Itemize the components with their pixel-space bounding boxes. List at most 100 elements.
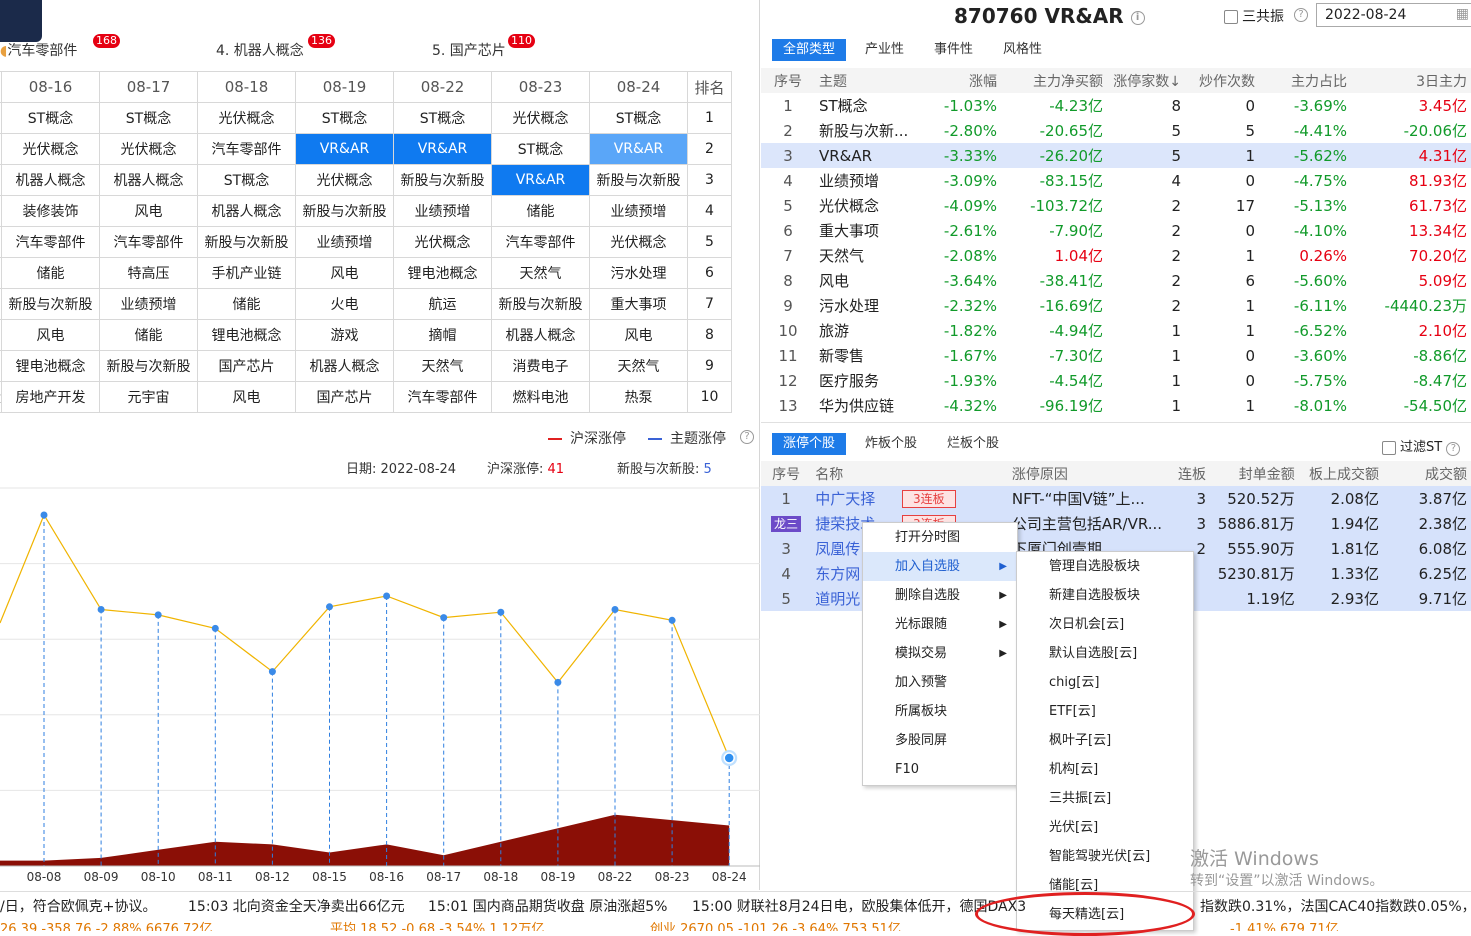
submenu-item[interactable]: 光伏[云] [1017,813,1193,842]
grid-cell[interactable]: 汽车零部件 [491,226,590,258]
grid-cell[interactable]: 汽车零部件 [393,381,492,413]
theme-row[interactable]: 4 业绩预增 -3.09% -83.15亿 4 0 -4.75% 81.93亿 [761,168,1471,193]
grid-cell[interactable]: 特高压 [99,257,198,289]
grid-cell[interactable]: 燃料电池 [491,381,590,413]
submenu-item[interactable]: 枫叶子[云] [1017,726,1193,755]
grid-cell[interactable]: 装修装饰 [1,195,100,227]
grid-cell[interactable]: 天然气 [589,350,688,382]
submenu-item[interactable]: 次日机会[云] [1017,610,1193,639]
grid-cell[interactable]: 机器人概念 [491,319,590,351]
theme-col-header[interactable]: 炒作次数 [1185,68,1259,93]
calendar-icon[interactable]: ▦ [1456,6,1469,22]
grid-cell[interactable]: 光伏概念 [197,102,296,134]
tab-1[interactable]: 产业性 [854,39,915,61]
grid-cell[interactable]: 光伏概念 [491,102,590,134]
theme-row[interactable]: 8 风电 -3.64% -38.41亿 2 6 -5.60% 5.09亿 [761,268,1471,293]
theme-row[interactable]: 3 VR&AR -3.33% -26.20亿 5 1 -5.62% 4.31亿 [761,143,1471,168]
menu-item[interactable]: 多股同屏 [863,726,1017,755]
stock-col-header[interactable]: 序号 [761,461,812,486]
submenu-item[interactable]: chig[云] [1017,668,1193,697]
theme-col-header[interactable]: 序号 [761,68,815,93]
submenu-item[interactable]: ETF[云] [1017,697,1193,726]
grid-cell[interactable]: ST概念 [491,133,590,165]
grid-cell[interactable]: 污水处理 [589,257,688,289]
submenu-item[interactable]: 三共振[云] [1017,784,1193,813]
top-concept-3[interactable]: 5. 国产芯片 [432,40,506,60]
theme-row[interactable]: 5 光伏概念 -4.09% -103.72亿 2 17 -5.13% 61.73亿 [761,193,1471,218]
grid-cell[interactable]: 手机产业链 [197,257,296,289]
grid-cell[interactable]: 储能 [491,195,590,227]
index-item[interactable]: -1.41% 679.71亿 [1230,918,1339,931]
grid-cell[interactable]: 新股与次新股 [393,164,492,196]
grid-cell[interactable]: 风电 [589,319,688,351]
stock-row[interactable]: 1 中广天择 3连板 NFT-“中国V链”上... 3 520.52万 2.08亿 3.87亿 [761,486,1471,511]
news-item[interactable]: 15:01 国内商品期货收盘 原油涨超5% [428,896,667,916]
grid-cell[interactable]: 汽车零部件 [99,226,198,258]
grid-cell[interactable]: 业绩预增 [589,195,688,227]
grid-cell[interactable]: 储能 [197,288,296,320]
index-item[interactable]: 创业 2670.05 -101.26 -3.64% 753.51亿 [650,918,901,931]
stock-col-header[interactable]: 成交额 [1382,461,1471,486]
grid-cell[interactable]: 业绩预增 [295,226,394,258]
grid-cell[interactable]: 机器人概念 [295,350,394,382]
grid-cell[interactable]: 摘帽 [393,319,492,351]
grid-date-header[interactable]: 08-18 [197,71,296,103]
submenu-item[interactable]: 智能驾驶光伏[云] [1017,842,1193,871]
grid-cell[interactable]: 光伏概念 [1,133,100,165]
grid-cell[interactable]: 储能 [1,257,100,289]
theme-row[interactable]: 2 新股与次新... -2.80% -20.65亿 5 5 -4.41% -20.06亿 [761,118,1471,143]
grid-cell[interactable]: 新股与次新股 [1,288,100,320]
help-icon[interactable]: ? [1294,8,1308,22]
grid-cell[interactable]: 游戏 [295,319,394,351]
menu-item[interactable]: 加入自选股 ▶ [863,552,1017,581]
theme-row[interactable]: 9 污水处理 -2.32% -16.69亿 2 1 -6.11% -4440.23万 [761,293,1471,318]
grid-date-header[interactable]: 08-24 [589,71,688,103]
menu-item[interactable]: 所属板块 [863,697,1017,726]
menu-item[interactable]: 删除自选股 ▶ [863,581,1017,610]
grid-cell[interactable]: 机器人概念 [99,164,198,196]
grid-cell[interactable]: 锂电池概念 [197,319,296,351]
submenu-item[interactable]: 新建自选股板块 [1017,581,1193,610]
grid-cell[interactable]: 锂电池概念 [393,257,492,289]
stock-col-header[interactable]: 名称 [811,461,899,486]
tab-2[interactable]: 烂板个股 [936,433,1010,455]
grid-cell[interactable]: 风电 [99,195,198,227]
theme-row[interactable]: 6 重大事项 -2.61% -7.90亿 2 0 -4.10% 13.34亿 [761,218,1471,243]
grid-cell[interactable]: 锂电池概念 [1,350,100,382]
grid-cell[interactable]: 风电 [197,381,296,413]
grid-cell[interactable]: VR&AR [491,164,590,196]
submenu-item[interactable]: 管理自选股板块 [1017,552,1193,581]
tab-3[interactable]: 风格性 [992,39,1053,61]
theme-row[interactable]: 7 天然气 -2.08% 1.04亿 2 1 0.26% 70.20亿 [761,243,1471,268]
news-item[interactable]: 15:03 北向资金全天净卖出66亿元 [188,896,405,916]
grid-cell[interactable]: VR&AR [393,133,492,165]
news-item[interactable]: /日，符合欧佩克+协议。 [0,896,156,916]
stock-col-header[interactable]: 涨停原因 [1007,461,1167,486]
grid-date-header[interactable]: 08-17 [99,71,198,103]
theme-col-header[interactable]: 3日主力 [1351,68,1471,93]
grid-cell[interactable]: VR&AR [589,133,688,165]
grid-date-header[interactable]: 08-16 [1,71,100,103]
tab-2[interactable]: 事件性 [923,39,984,61]
grid-cell[interactable]: 新股与次新股 [491,288,590,320]
theme-row[interactable]: 1 ST概念 -1.03% -4.23亿 8 0 -3.69% 3.45亿 [761,93,1471,118]
theme-col-header[interactable]: 涨停家数↓ [1107,68,1185,93]
grid-cell[interactable]: 新股与次新股 [295,195,394,227]
menu-item[interactable]: F10 [863,755,1017,784]
grid-cell[interactable]: ST概念 [295,102,394,134]
limit-up-chart[interactable]: 08-08 08-09 08-10 08-11 08-12 08-15 08-16 08-17… [0,478,760,888]
theme-row[interactable]: 11 新零售 -1.67% -7.30亿 1 0 -3.60% -8.86亿 [761,343,1471,368]
theme-row[interactable]: 13 华为供应链 -4.32% -96.19亿 1 1 -8.01% -54.50亿 [761,393,1471,418]
grid-cell[interactable]: 机器人概念 [197,195,296,227]
index-item[interactable]: 26.39 -358.76 -2.88% 6676.72亿 [0,918,213,931]
grid-cell[interactable]: 光伏概念 [99,133,198,165]
grid-cell[interactable]: ST概念 [99,102,198,134]
grid-cell[interactable]: 汽车零部件 [1,226,100,258]
stock-col-header[interactable] [898,461,1008,486]
theme-col-header[interactable]: 涨幅 [933,68,1001,93]
grid-cell[interactable]: 汽车零部件 [197,133,296,165]
grid-cell[interactable]: 光伏概念 [393,226,492,258]
theme-col-header[interactable]: 主力净买额 [1001,68,1107,93]
sanban-checkbox[interactable]: 三共振 [1224,6,1284,26]
top-concept-1[interactable]: ◖汽车零部件 [0,40,77,60]
